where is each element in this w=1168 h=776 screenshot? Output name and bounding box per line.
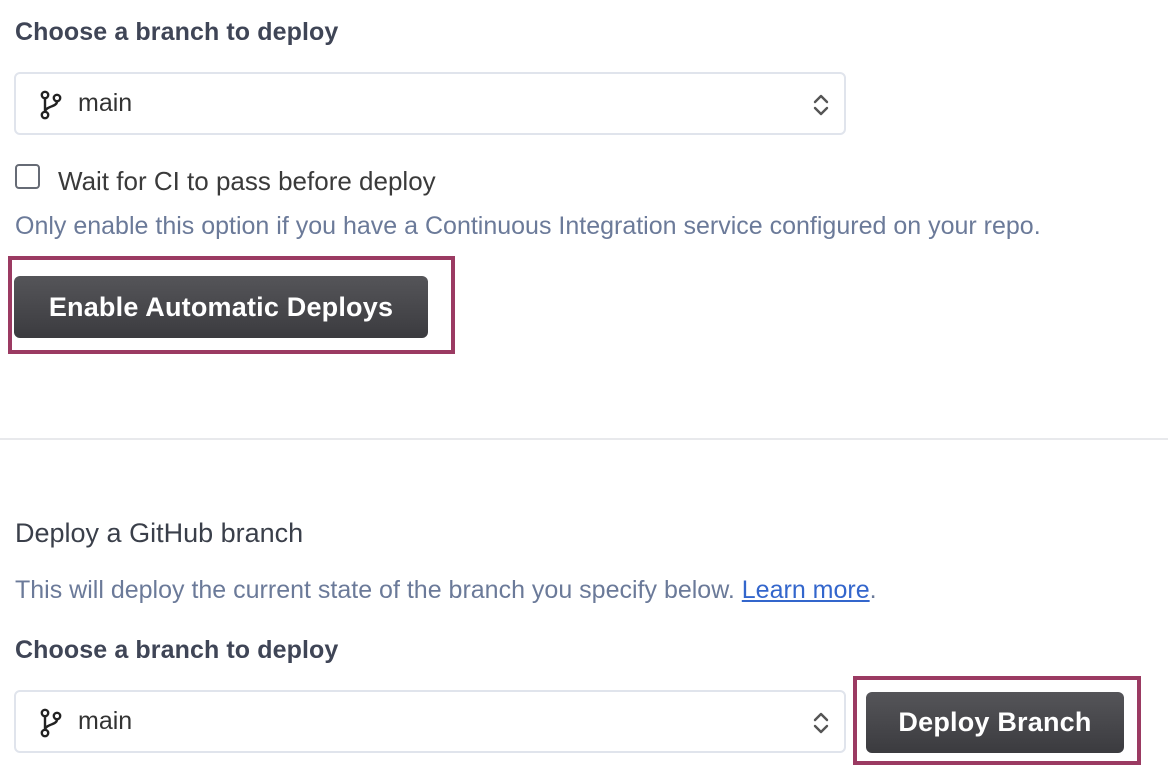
deploy-github-branch-heading: Deploy a GitHub branch: [15, 518, 304, 548]
description-period: .: [869, 576, 877, 604]
section-divider: [0, 438, 1168, 440]
chevron-updown-icon: [813, 94, 829, 116]
wait-for-ci-label[interactable]: Wait for CI to pass before deploy: [58, 166, 436, 197]
manual-deploy-branch-label: Choose a branch to deploy: [15, 636, 339, 664]
git-branch-icon: [40, 90, 62, 120]
manual-deploy-branch-value: main: [78, 707, 133, 735]
auto-deploy-branch-select[interactable]: main: [14, 72, 846, 135]
chevron-updown-icon: [813, 712, 829, 734]
enable-automatic-deploys-button[interactable]: Enable Automatic Deploys: [14, 276, 428, 338]
auto-deploy-branch-value: main: [78, 89, 133, 117]
manual-deploy-branch-select[interactable]: main: [14, 690, 846, 753]
ci-hint-text: Only enable this option if you have a Co…: [15, 212, 1041, 240]
auto-deploy-branch-label: Choose a branch to deploy: [15, 18, 339, 46]
wait-for-ci-checkbox[interactable]: [15, 164, 40, 189]
deploy-description: This will deploy the current state of th…: [15, 576, 877, 605]
git-branch-icon: [40, 708, 62, 738]
deploy-branch-button[interactable]: Deploy Branch: [866, 692, 1124, 753]
deploy-description-text: This will deploy the current state of th…: [15, 576, 735, 604]
learn-more-link[interactable]: Learn more: [742, 576, 870, 604]
